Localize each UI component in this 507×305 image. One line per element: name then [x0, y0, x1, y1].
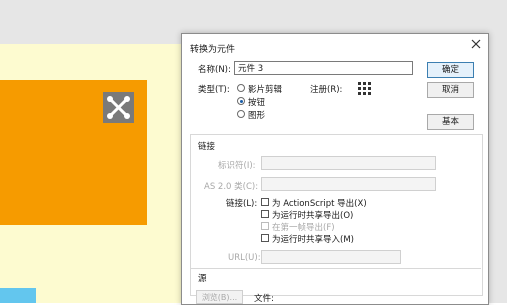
- type-label: 类型(T):: [198, 85, 230, 95]
- linkage-section-title: 链接: [198, 142, 216, 152]
- ok-button[interactable]: 确定: [427, 62, 474, 78]
- name-label: 名称(N):: [198, 65, 231, 75]
- registration-grid-icon[interactable]: [358, 82, 371, 95]
- export-first-frame-label: 在第一帧导出(F): [272, 223, 335, 233]
- cancel-button[interactable]: 取消: [427, 82, 474, 98]
- export-first-frame-checkbox[interactable]: [261, 222, 269, 230]
- section-divider: [190, 268, 481, 269]
- identifier-label: 标识符(I):: [218, 161, 256, 171]
- registration-label: 注册(R):: [310, 85, 343, 95]
- url-label: URL(U):: [228, 253, 261, 263]
- as2-class-input[interactable]: [261, 177, 436, 191]
- export-actionscript-label: 为 ActionScript 导出(X): [272, 199, 367, 209]
- identifier-input[interactable]: [261, 156, 436, 170]
- close-icon[interactable]: [469, 37, 483, 51]
- type-option-graphic: 图形: [248, 111, 266, 121]
- radio-graphic[interactable]: [237, 110, 245, 118]
- url-input[interactable]: [261, 250, 401, 264]
- browse-button[interactable]: 浏览(B)...: [196, 290, 243, 304]
- file-label: 文件:: [254, 294, 274, 304]
- export-runtime-sharing-checkbox[interactable]: [261, 210, 269, 218]
- close-x-icon[interactable]: [103, 92, 134, 123]
- basic-button[interactable]: 基本: [427, 114, 474, 130]
- name-input[interactable]: 元件 3: [234, 61, 413, 75]
- import-runtime-sharing-label: 为运行时共享导入(M): [272, 235, 354, 245]
- cyan-shape: [0, 288, 36, 303]
- export-actionscript-checkbox[interactable]: [261, 198, 269, 206]
- import-runtime-sharing-checkbox[interactable]: [261, 234, 269, 242]
- dialog-title: 转换为元件: [190, 45, 236, 55]
- linkage-label: 链接(L):: [226, 199, 258, 209]
- convert-to-symbol-dialog: 转换为元件 名称(N): 元件 3 类型(T): 影片剪辑 按钮 图形 注册(R…: [181, 33, 489, 305]
- radio-movie-clip[interactable]: [237, 84, 245, 92]
- radio-button[interactable]: [237, 97, 245, 105]
- as2-class-label: AS 2.0 类(C):: [204, 182, 259, 192]
- export-runtime-sharing-label: 为运行时共享导出(O): [272, 211, 354, 221]
- type-option-button: 按钮: [248, 98, 266, 108]
- type-option-movie-clip: 影片剪辑: [248, 85, 283, 95]
- source-section-title: 源: [198, 274, 207, 284]
